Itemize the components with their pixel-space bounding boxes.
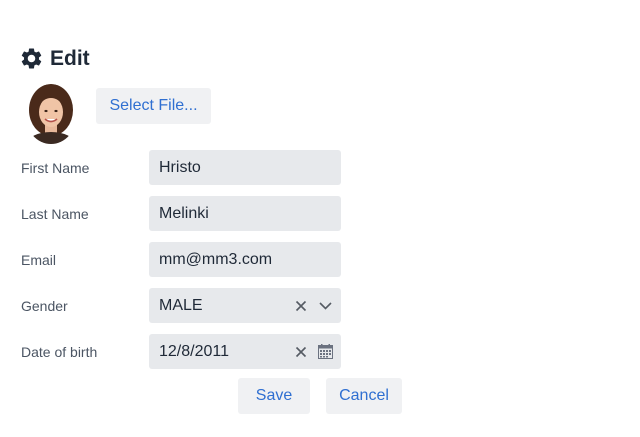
email-field[interactable]: mm@mm3.com	[149, 242, 341, 277]
last-name-value[interactable]: Melinki	[159, 205, 341, 223]
avatar	[25, 84, 77, 144]
first-name-value[interactable]: Hristo	[159, 159, 341, 177]
calendar-icon[interactable]	[313, 334, 337, 369]
last-name-label: Last Name	[21, 206, 89, 222]
email-value[interactable]: mm@mm3.com	[159, 251, 341, 269]
select-file-button[interactable]: Select File...	[96, 88, 211, 124]
gender-label: Gender	[21, 298, 68, 314]
gender-value[interactable]: MALE	[159, 297, 289, 315]
email-label: Email	[21, 252, 57, 268]
first-name-label: First Name	[21, 160, 90, 176]
clear-icon[interactable]	[289, 288, 313, 323]
edit-dialog: Edit Select File... First Name Hristo La…	[0, 0, 640, 437]
dialog-title: Edit	[50, 46, 90, 70]
gear-icon	[19, 46, 44, 71]
first-name-field[interactable]: Hristo	[149, 150, 341, 185]
date-of-birth-value[interactable]: 12/8/2011	[159, 343, 289, 361]
gender-select[interactable]: MALE	[149, 288, 341, 323]
clear-icon[interactable]	[289, 334, 313, 369]
last-name-field[interactable]: Melinki	[149, 196, 341, 231]
date-of-birth-label: Date of birth	[21, 344, 98, 360]
cancel-button[interactable]: Cancel	[326, 378, 402, 414]
save-button[interactable]: Save	[238, 378, 310, 414]
chevron-down-icon[interactable]	[313, 288, 337, 323]
date-of-birth-picker[interactable]: 12/8/2011	[149, 334, 341, 369]
dialog-header: Edit	[19, 46, 90, 71]
